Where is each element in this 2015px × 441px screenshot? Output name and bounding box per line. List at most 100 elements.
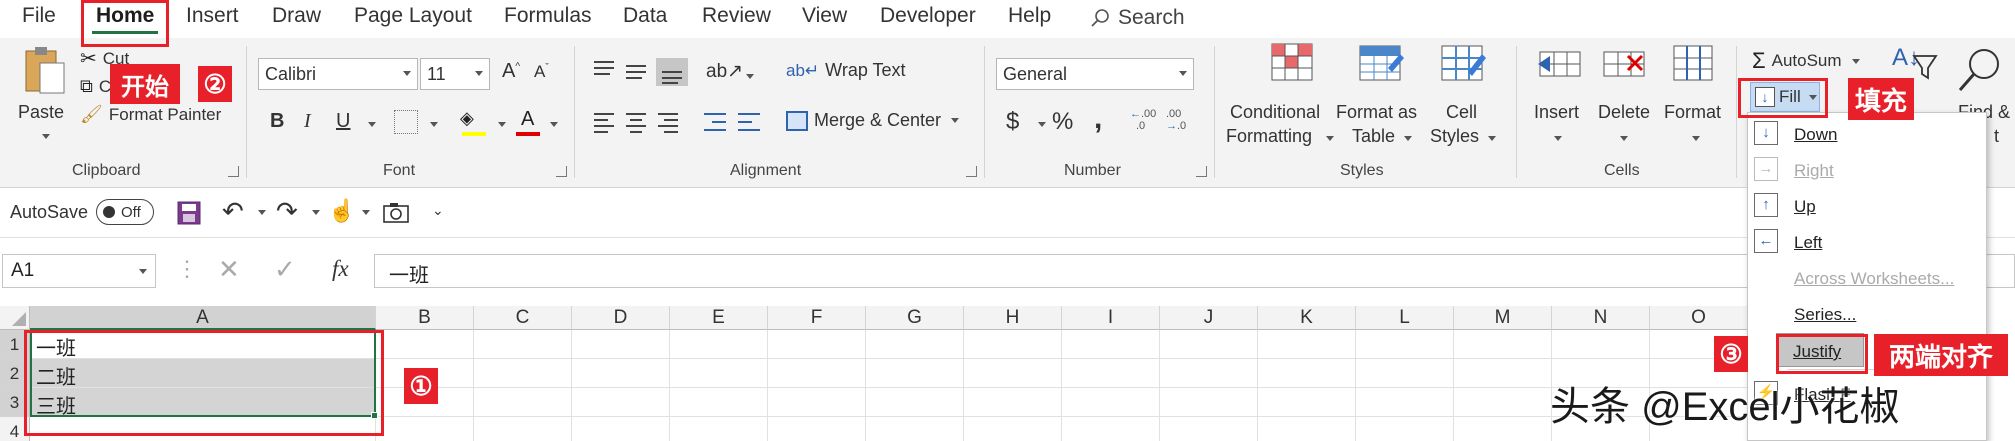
paste-dropdown-caret[interactable] — [42, 134, 50, 139]
cell-i2[interactable] — [1062, 359, 1160, 388]
tab-page-layout[interactable]: Page Layout — [354, 4, 472, 28]
cell-g3[interactable] — [866, 388, 964, 417]
column-header-c[interactable]: C — [474, 306, 572, 330]
cell-d3[interactable] — [572, 388, 670, 417]
find-select-icon[interactable] — [1956, 46, 2002, 94]
name-box[interactable]: A1 — [2, 254, 156, 288]
cell-j1[interactable] — [1160, 330, 1258, 359]
cell-h1[interactable] — [964, 330, 1062, 359]
cell-c3[interactable] — [474, 388, 572, 417]
fill-color-dropdown-caret[interactable] — [498, 122, 506, 127]
cell-g1[interactable] — [866, 330, 964, 359]
wrap-text-button[interactable]: ab↵ Wrap Text — [786, 60, 906, 81]
column-header-n[interactable]: N — [1552, 306, 1650, 330]
tab-review[interactable]: Review — [702, 4, 771, 28]
font-color-button[interactable]: A — [516, 106, 540, 138]
enter-checkmark-icon[interactable]: ✓ — [274, 254, 296, 285]
select-all-corner[interactable] — [0, 306, 30, 330]
search-box[interactable]: Search — [1090, 6, 1185, 30]
cell-f3[interactable] — [768, 388, 866, 417]
cell-k1[interactable] — [1258, 330, 1356, 359]
cell-b1[interactable] — [376, 330, 474, 359]
decrease-decimal-button[interactable]: .00 →.0 — [1166, 108, 1196, 132]
column-header-o[interactable]: O — [1650, 306, 1748, 330]
currency-button[interactable]: $ — [1006, 108, 1019, 136]
cell-k2[interactable] — [1258, 359, 1356, 388]
cell-i1[interactable] — [1062, 330, 1160, 359]
orientation-icon[interactable]: ab↗ — [706, 60, 743, 83]
tab-help[interactable]: Help — [1008, 4, 1051, 28]
underline-dropdown-caret[interactable] — [368, 122, 376, 127]
cell-f1[interactable] — [768, 330, 866, 359]
increase-decimal-button[interactable]: ←.00.0 — [1130, 108, 1160, 132]
chevron-down-icon[interactable] — [139, 269, 147, 274]
cell-h3[interactable] — [964, 388, 1062, 417]
cell-f4[interactable] — [768, 417, 866, 441]
percent-button[interactable]: % — [1052, 108, 1073, 136]
borders-icon[interactable] — [394, 110, 418, 134]
format-painter-button[interactable]: 🖌 Format Painter — [80, 104, 221, 125]
cell-n1[interactable] — [1552, 330, 1650, 359]
cell-g4[interactable] — [866, 417, 964, 441]
underline-button[interactable]: U — [336, 110, 350, 133]
cell-d2[interactable] — [572, 359, 670, 388]
italic-button[interactable]: I — [304, 110, 311, 133]
cell-e3[interactable] — [670, 388, 768, 417]
cell-g2[interactable] — [866, 359, 964, 388]
autosum-button[interactable]: Σ AutoSum — [1752, 48, 1860, 74]
customize-qat-icon[interactable]: ⌄ — [432, 202, 444, 219]
autosave-toggle[interactable]: Off — [96, 199, 154, 225]
column-header-k[interactable]: K — [1258, 306, 1356, 330]
cell-h4[interactable] — [964, 417, 1062, 441]
insert-cells-button[interactable]: Insert — [1528, 42, 1588, 152]
bold-button[interactable]: B — [270, 110, 284, 133]
cell-c4[interactable] — [474, 417, 572, 441]
cell-l1[interactable] — [1356, 330, 1454, 359]
font-launcher-icon[interactable] — [556, 166, 567, 177]
cell-i3[interactable] — [1062, 388, 1160, 417]
merge-dropdown-caret[interactable] — [951, 118, 960, 123]
fill-color-button[interactable]: ◈ — [460, 108, 488, 138]
touch-mode-dropdown-caret[interactable] — [362, 210, 370, 215]
number-format-select[interactable]: General — [996, 58, 1194, 90]
fill-menu-item-left[interactable]: ← Left — [1748, 225, 1988, 259]
grow-font-button[interactable]: A^ — [502, 60, 520, 83]
column-header-h[interactable]: H — [964, 306, 1062, 330]
paste-button[interactable] — [20, 42, 68, 98]
fill-menu-item-up[interactable]: ↑ Up — [1748, 189, 1988, 223]
cell-l3[interactable] — [1356, 388, 1454, 417]
cell-l2[interactable] — [1356, 359, 1454, 388]
column-header-m[interactable]: M — [1454, 306, 1552, 330]
cell-b4[interactable] — [376, 417, 474, 441]
save-icon[interactable] — [176, 200, 202, 226]
tab-view[interactable]: View — [802, 4, 847, 28]
tab-developer[interactable]: Developer — [880, 4, 976, 28]
cell-c1[interactable] — [474, 330, 572, 359]
cell-k3[interactable] — [1258, 388, 1356, 417]
alignment-launcher-icon[interactable] — [966, 166, 977, 177]
cell-l4[interactable] — [1356, 417, 1454, 441]
tab-draw[interactable]: Draw — [272, 4, 321, 28]
insert-function-button[interactable]: fx — [332, 256, 349, 282]
column-header-j[interactable]: J — [1160, 306, 1258, 330]
cell-styles-button[interactable]: Cell Styles — [1430, 42, 1496, 152]
cell-d1[interactable] — [572, 330, 670, 359]
camera-icon[interactable] — [382, 202, 410, 224]
column-header-i[interactable]: I — [1062, 306, 1160, 330]
cell-i4[interactable] — [1062, 417, 1160, 441]
cell-h2[interactable] — [964, 359, 1062, 388]
column-header-e[interactable]: E — [670, 306, 768, 330]
format-cells-button[interactable]: Format — [1660, 42, 1730, 152]
cell-e1[interactable] — [670, 330, 768, 359]
cell-j4[interactable] — [1160, 417, 1258, 441]
cell-m2[interactable] — [1454, 359, 1552, 388]
tab-formulas[interactable]: Formulas — [504, 4, 592, 28]
column-header-l[interactable]: L — [1356, 306, 1454, 330]
cell-j3[interactable] — [1160, 388, 1258, 417]
delete-cells-button[interactable]: Delete — [1592, 42, 1656, 152]
redo-dropdown-caret[interactable] — [312, 210, 320, 215]
number-launcher-icon[interactable] — [1196, 166, 1207, 177]
column-header-b[interactable]: B — [376, 306, 474, 330]
cell-m1[interactable] — [1454, 330, 1552, 359]
cell-f2[interactable] — [768, 359, 866, 388]
